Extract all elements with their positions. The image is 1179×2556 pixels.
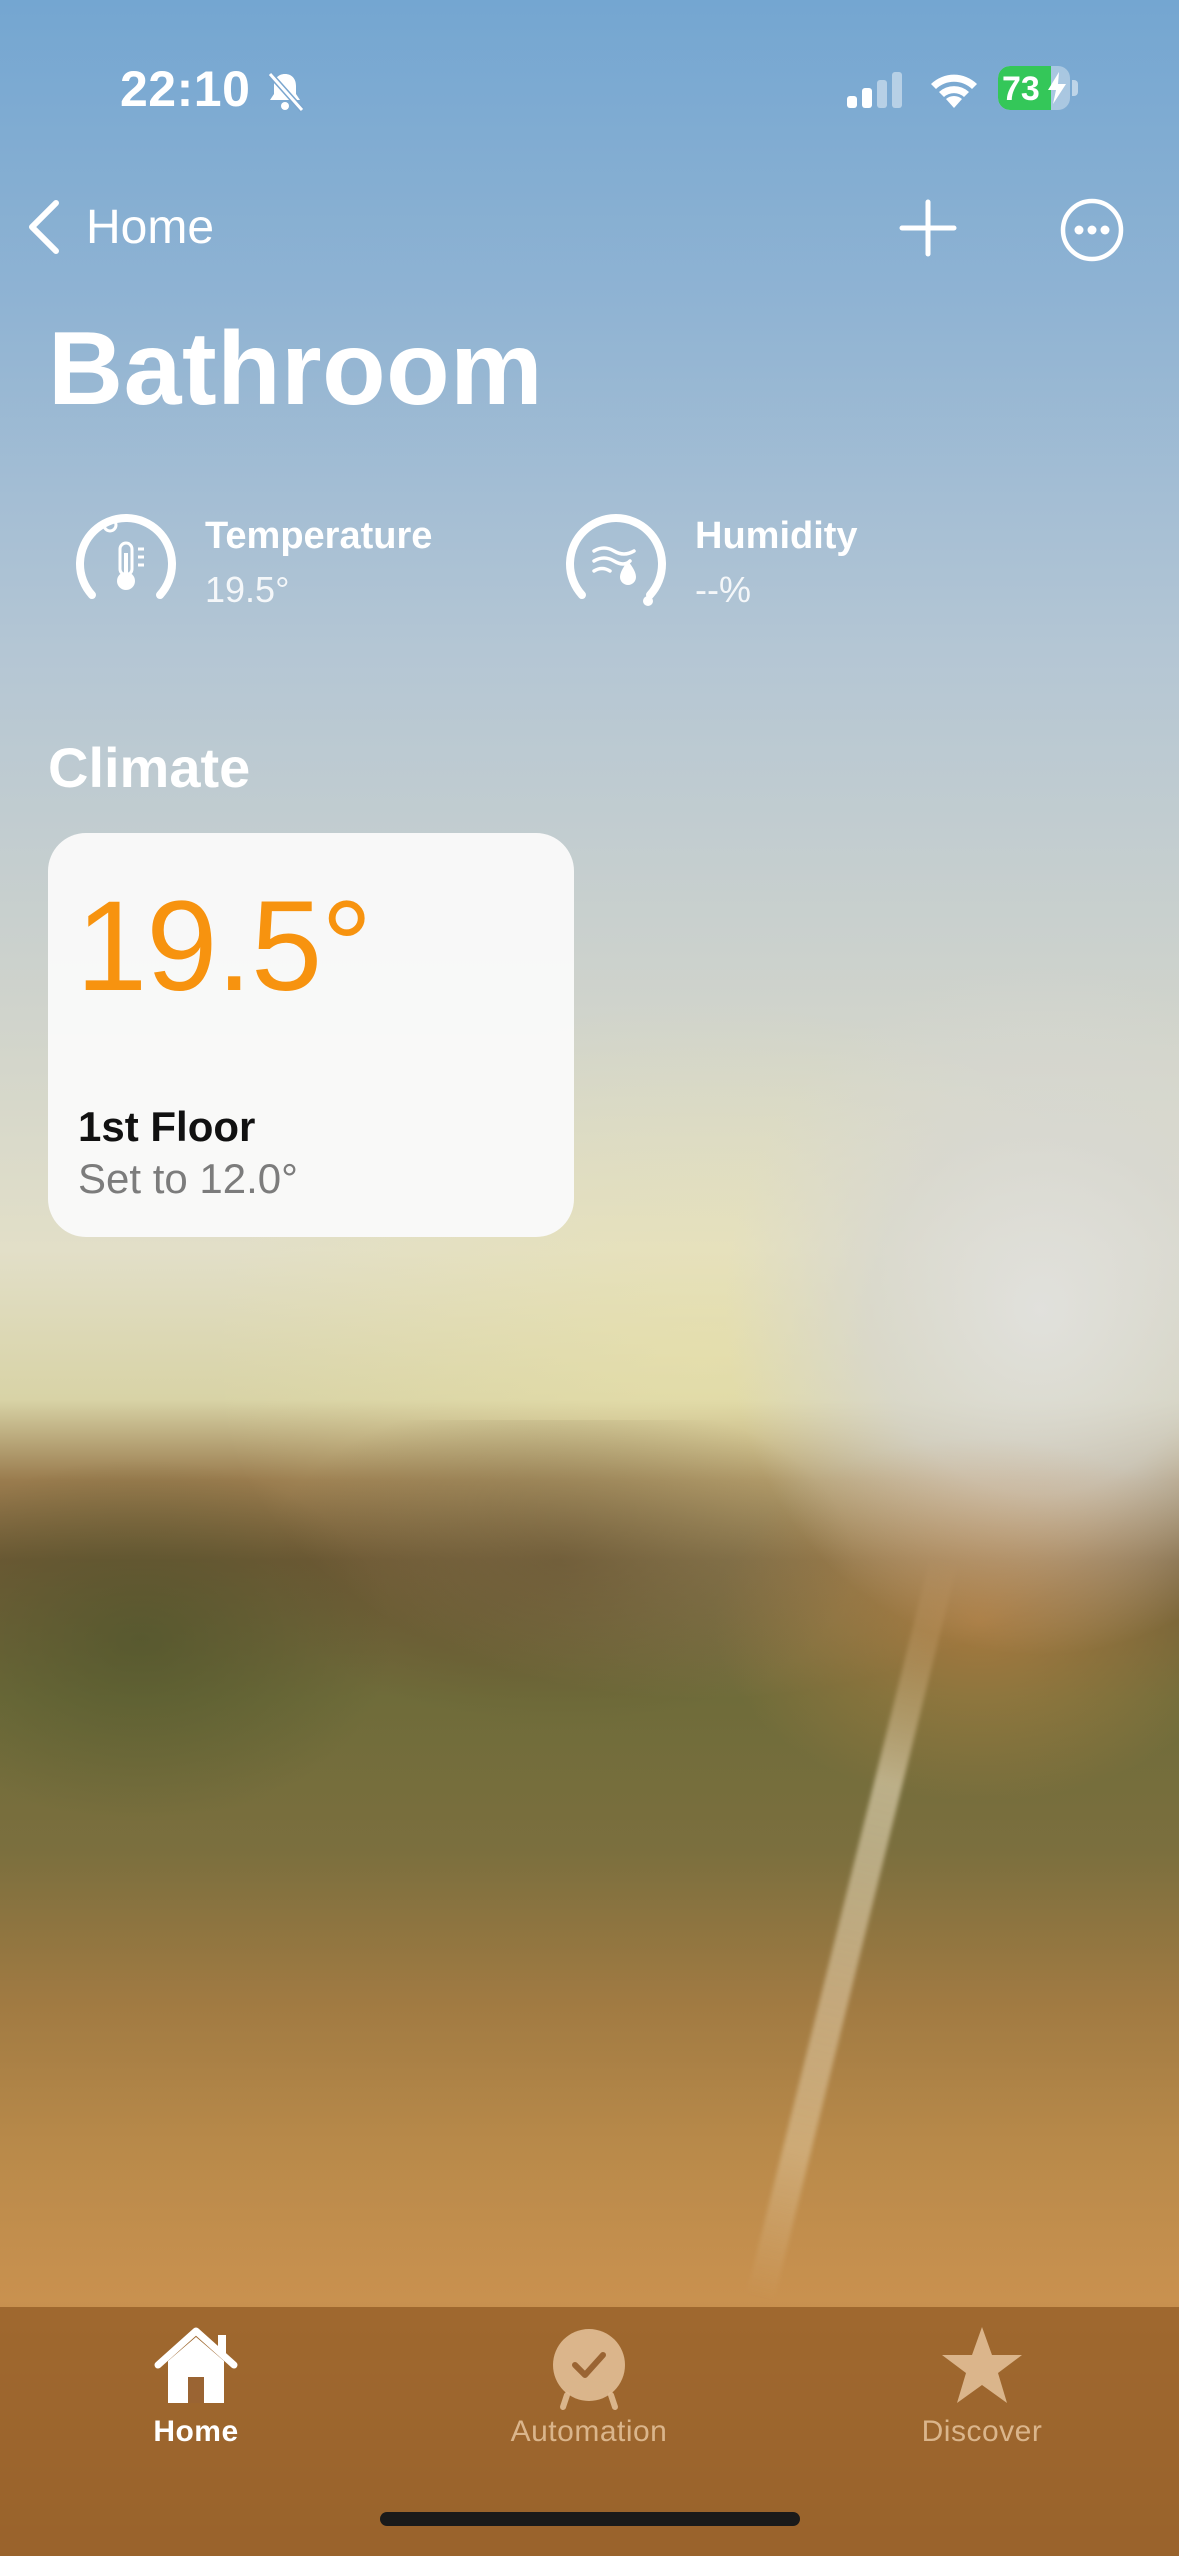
house-icon — [154, 2327, 238, 2403]
tab-label: Home — [153, 2415, 239, 2448]
battery-indicator: 73 — [998, 66, 1080, 110]
tab-label: Automation — [510, 2415, 668, 2448]
star-icon — [942, 2327, 1022, 2403]
battery-percentage: 73 — [1002, 70, 1040, 108]
clock-check-icon — [553, 2329, 625, 2410]
sensor-label: Humidity — [695, 515, 858, 557]
sensor-value: --% — [695, 569, 751, 610]
back-button-label: Home — [86, 200, 215, 254]
sensor-value: 19.5° — [205, 569, 290, 610]
chevron-left-icon — [29, 200, 59, 254]
status-bar: 22:10 73 — [0, 60, 1179, 120]
status-time: 22:10 — [120, 61, 251, 117]
charging-bolt-icon — [1048, 72, 1066, 104]
page-title: Bathroom — [48, 311, 544, 427]
sun-ray — [746, 1556, 958, 2301]
section-title-climate: Climate — [48, 736, 251, 799]
tile-temperature: 19.5° — [76, 875, 372, 1018]
back-button[interactable]: Home — [24, 195, 214, 259]
tile-status: Set to 12.0° — [78, 1155, 298, 1202]
bell-slash-icon — [267, 72, 305, 112]
plus-icon[interactable] — [898, 198, 958, 258]
ellipsis-circle-icon[interactable] — [1059, 197, 1125, 263]
humidity-gauge-icon — [566, 514, 666, 606]
home-indicator[interactable] — [380, 2512, 800, 2526]
cellular-signal-icon — [847, 72, 902, 108]
thermometer-gauge-icon — [76, 514, 176, 599]
tab-automation[interactable]: Automation — [459, 2307, 719, 2497]
tab-label: Discover — [921, 2415, 1043, 2448]
tile-name: 1st Floor — [78, 1103, 256, 1150]
sensor-label: Temperature — [205, 515, 433, 557]
thermostat-tile[interactable]: 19.5° 1st Floor Set to 12.0° — [48, 833, 574, 1237]
tab-discover[interactable]: Discover — [852, 2307, 1112, 2497]
wifi-icon — [931, 74, 977, 108]
tab-home[interactable]: Home — [66, 2307, 326, 2497]
